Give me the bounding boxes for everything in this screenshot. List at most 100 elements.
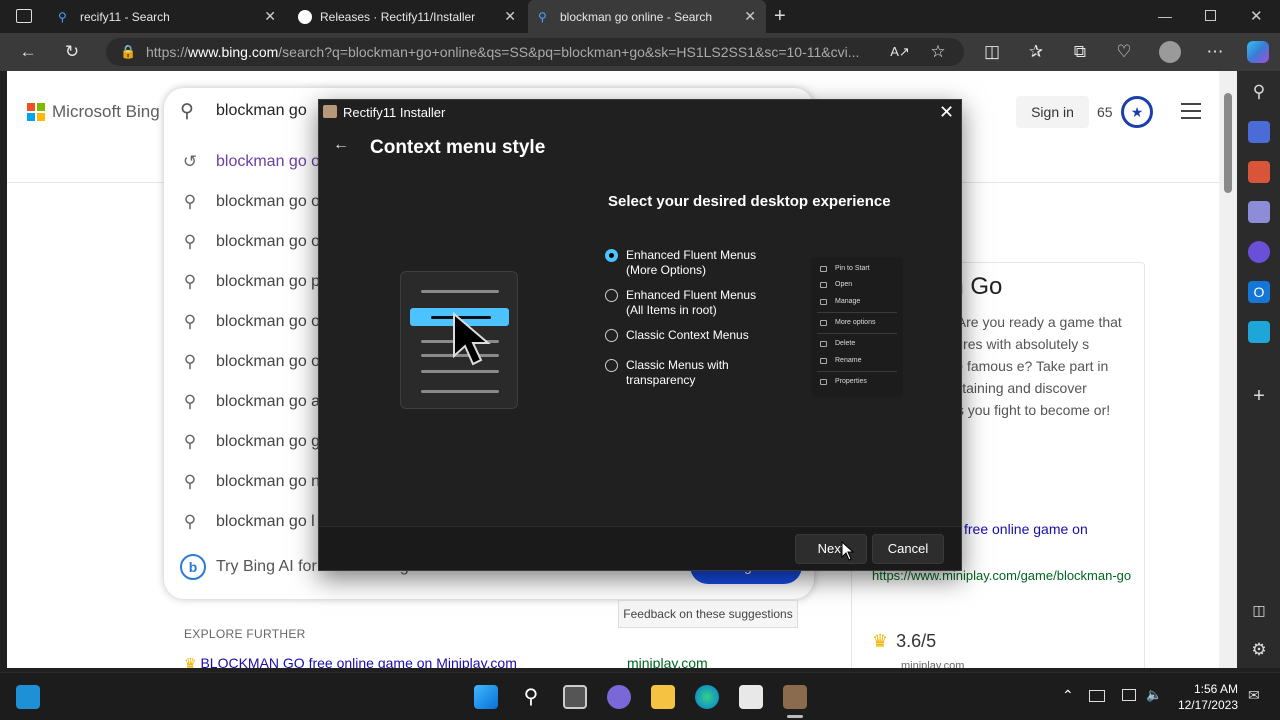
explore-link-text[interactable]: BLOCKMAN GO free online game on Miniplay…: [200, 655, 516, 668]
bing-ai-icon: b: [180, 554, 206, 580]
page-scrollbar[interactable]: [1219, 71, 1237, 668]
favorite-star-icon[interactable]: ☆: [928, 42, 948, 62]
more-menu-icon[interactable]: ⋯: [1205, 42, 1225, 62]
suggestion-text: blockman go p: [216, 273, 321, 290]
search-icon[interactable]: ⚲: [519, 685, 543, 709]
system-clock[interactable]: 1:56 AM 12/17/2023: [1176, 681, 1238, 713]
radio-button[interactable]: [605, 289, 618, 302]
keyboard-icon[interactable]: [1089, 690, 1105, 702]
suggestion-text: blockman go o: [216, 353, 321, 370]
explore-further-header: EXPLORE FURTHER: [184, 627, 306, 641]
explore-link[interactable]: ♛ BLOCKMAN GO free online game on Minipl…: [184, 655, 517, 668]
rewards-points[interactable]: 65: [1097, 104, 1113, 120]
shopping-tag-icon[interactable]: [1248, 121, 1270, 143]
preview-separator: [817, 371, 897, 372]
edge-icon[interactable]: [695, 685, 719, 709]
address-toolbar: ← ↻ 🔒 https://www.bing.com/search?q=bloc…: [0, 33, 1280, 71]
menu-style-option[interactable]: Enhanced Fluent Menus (All Items in root): [605, 288, 756, 318]
collections-icon[interactable]: ⧉: [1070, 42, 1090, 62]
radio-button[interactable]: [605, 249, 618, 262]
search-input[interactable]: blockman go: [216, 102, 307, 120]
performance-icon[interactable]: ♡: [1114, 42, 1134, 62]
url-bar[interactable]: 🔒 https://www.bing.com/search?q=blockman…: [106, 38, 964, 66]
option-line1: Enhanced Fluent Menus: [626, 288, 757, 302]
next-button[interactable]: Next: [795, 534, 867, 564]
crown-icon: ♛: [184, 655, 201, 668]
settings-gear-icon[interactable]: ⚙: [1248, 639, 1270, 661]
new-tab-icon[interactable]: +: [774, 5, 786, 28]
menu-style-option[interactable]: Enhanced Fluent Menus (More Options): [605, 248, 756, 278]
tab-title: blockman go online - Search: [560, 9, 713, 24]
bing-search-favicon: ⚲: [538, 9, 547, 24]
url-domain: www.bing.com: [188, 44, 279, 60]
drop-icon[interactable]: [1248, 321, 1270, 343]
hamburger-menu-icon[interactable]: [1181, 103, 1201, 124]
teams-chat-icon[interactable]: [607, 685, 631, 709]
rating-value: 3.6/5: [896, 631, 937, 651]
tab-recify-search[interactable]: ⚲ recify11 - Search ✕: [48, 0, 286, 33]
preview-menu-item: Pin to Start: [835, 265, 870, 272]
suggestion-text: blockman go l: [216, 513, 315, 530]
show-hidden-icons-chevron-icon[interactable]: ⌃: [1062, 687, 1074, 704]
profile-avatar[interactable]: [1159, 41, 1181, 63]
favorites-icon[interactable]: ✰: [1026, 42, 1046, 62]
back-icon[interactable]: ←: [18, 42, 38, 62]
games-icon[interactable]: [1248, 201, 1270, 223]
outlook-icon[interactable]: O: [1248, 281, 1270, 303]
suggestion-text: blockman go o: [216, 233, 321, 250]
option-label: Classic Context Menus: [626, 328, 749, 343]
close-window-icon[interactable]: ✕: [1250, 7, 1263, 25]
task-view-icon[interactable]: [563, 685, 587, 709]
menu-style-option[interactable]: Classic Menus with transparency: [605, 358, 729, 388]
search-icon: ⚲: [183, 232, 197, 251]
copilot-sidebar-icon[interactable]: [1248, 241, 1270, 263]
suggestion-text: blockman go g: [216, 433, 321, 450]
microsoft-bing-logo[interactable]: Microsoft Bing: [27, 102, 160, 122]
widgets-icon[interactable]: [16, 685, 40, 709]
read-aloud-icon[interactable]: A↗: [890, 42, 910, 62]
history-icon: ↺: [182, 152, 198, 171]
hide-sidebar-icon[interactable]: ◫: [1248, 599, 1270, 621]
minimize-icon[interactable]: —: [1158, 8, 1172, 24]
tab-blockman-search[interactable]: ⚲ blockman go online - Search ✕: [528, 0, 766, 33]
tab-actions-icon[interactable]: [16, 9, 32, 23]
radio-button[interactable]: [605, 329, 618, 342]
file-explorer-icon[interactable]: [651, 685, 675, 709]
tools-icon[interactable]: [1248, 161, 1270, 183]
start-windows-icon[interactable]: [474, 685, 498, 709]
active-app-indicator: [787, 715, 803, 718]
menu-style-option[interactable]: Classic Context Menus: [605, 328, 749, 343]
close-tab-icon[interactable]: ✕: [744, 8, 756, 25]
option-line2: transparency: [626, 373, 696, 387]
refresh-icon[interactable]: ↻: [62, 42, 82, 62]
preview-menu-item: Manage: [835, 298, 861, 305]
cursor-arrow-icon: [453, 312, 491, 366]
cancel-button[interactable]: Cancel: [872, 534, 944, 564]
context-menu-illustration: [400, 271, 518, 409]
close-tab-icon[interactable]: ✕: [504, 8, 516, 25]
tab-releases[interactable]: Releases · Rectify11/Installer ✕: [288, 0, 526, 33]
scroll-thumb[interactable]: [1224, 93, 1232, 193]
close-tab-icon[interactable]: ✕: [264, 8, 276, 25]
restore-icon[interactable]: [1205, 10, 1216, 21]
display-icon[interactable]: [1122, 689, 1136, 701]
rewards-trophy-icon[interactable]: ★: [1121, 96, 1153, 128]
dialog-close-icon[interactable]: ✕: [939, 102, 954, 123]
store-icon[interactable]: [739, 685, 763, 709]
copilot-icon[interactable]: [1247, 41, 1269, 63]
radio-button[interactable]: [605, 359, 618, 372]
search-icon[interactable]: ⚲: [1248, 81, 1270, 103]
preview-menu-item: Rename: [835, 357, 862, 364]
speaker-muted-icon[interactable]: 🔈: [1146, 687, 1162, 703]
card-link[interactable]: free online game on: [964, 521, 1088, 537]
notifications-icon[interactable]: ✉: [1248, 687, 1260, 704]
search-icon: ⚲: [183, 352, 197, 371]
suggestion-text: blockman go o: [216, 313, 321, 330]
installer-taskbar-icon[interactable]: [783, 685, 807, 709]
split-screen-icon[interactable]: ◫: [982, 42, 1002, 62]
add-icon[interactable]: +: [1248, 385, 1270, 407]
sign-in-button[interactable]: Sign in: [1016, 96, 1089, 128]
back-arrow-icon[interactable]: ←: [333, 136, 349, 154]
feedback-suggestions-button[interactable]: Feedback on these suggestions: [618, 600, 798, 628]
clock-date: 12/17/2023: [1177, 698, 1238, 712]
